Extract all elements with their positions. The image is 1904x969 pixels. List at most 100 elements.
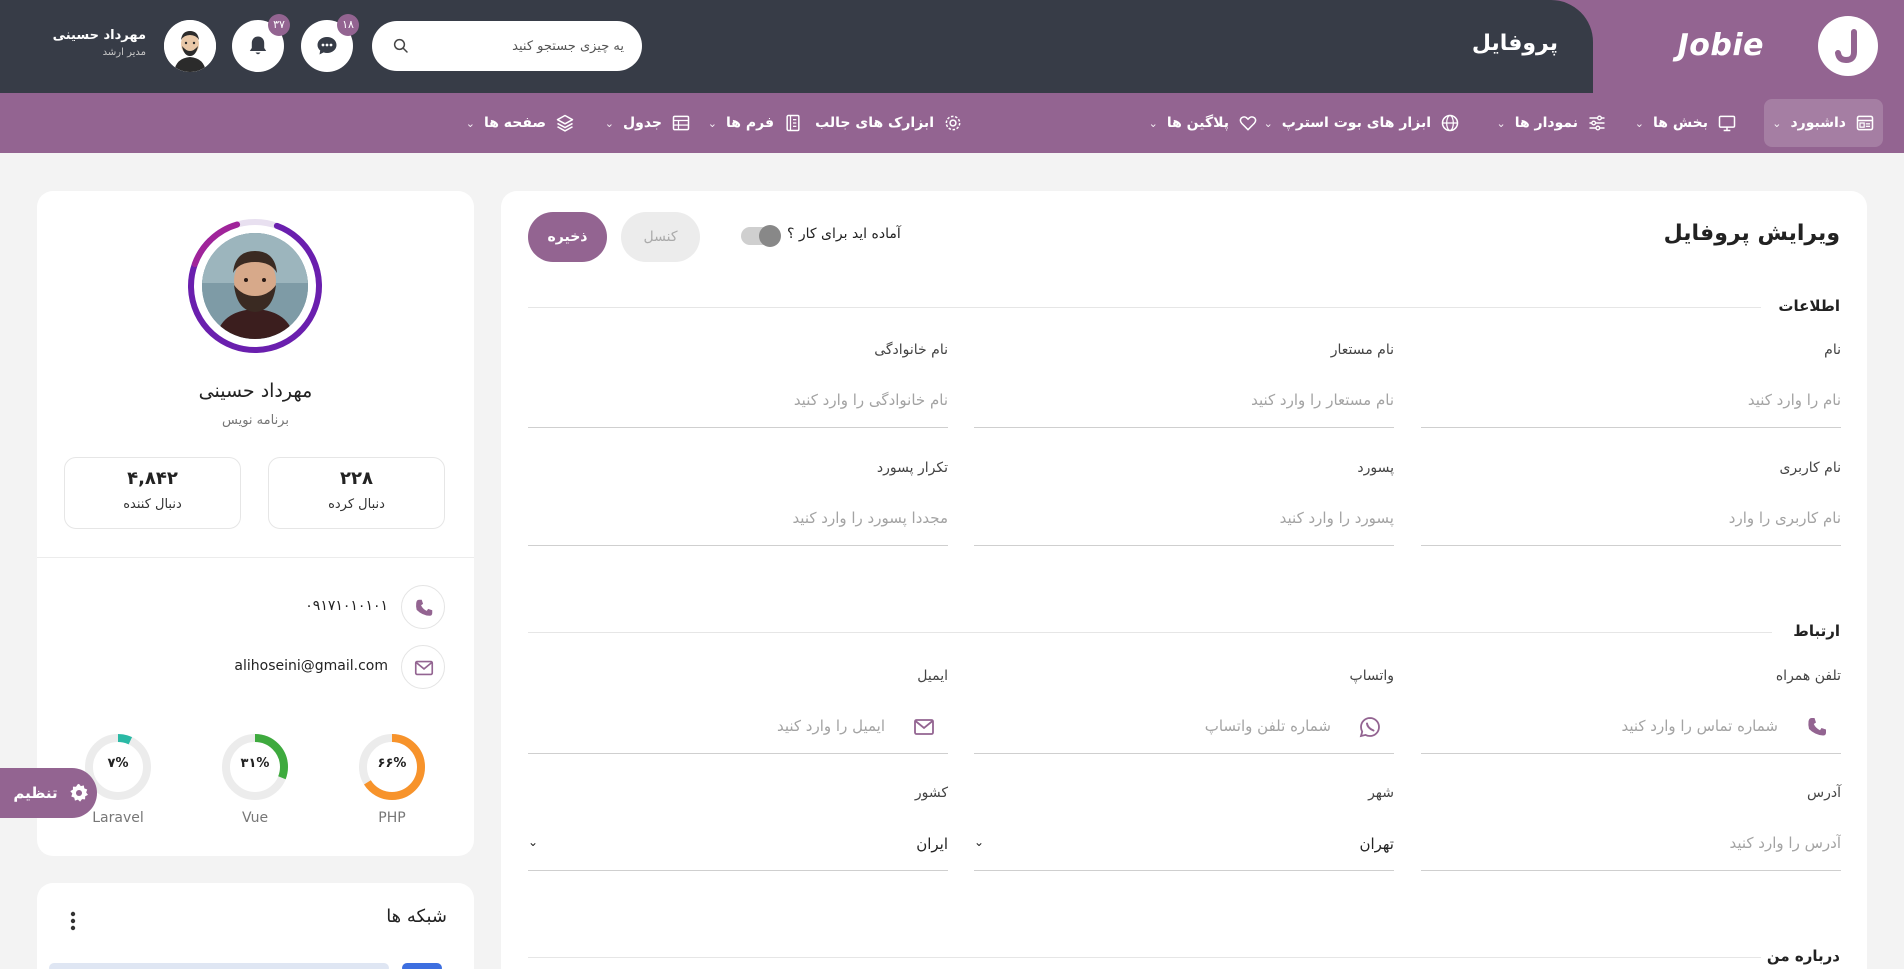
skill-php-label: PHP	[378, 810, 406, 826]
last-name-field: نام خانوادگی	[528, 342, 948, 432]
nav-item-charts[interactable]: نمودار ها ⌄	[1488, 99, 1615, 147]
nav-label-pages: صفحه ها	[483, 115, 546, 131]
followers-stat[interactable]: ۴,۸۴۲ دنبال کننده	[64, 457, 241, 529]
chevron-down-icon: ⌄	[465, 116, 475, 130]
about-section-divider	[528, 957, 1761, 958]
first-name-label: نام	[1824, 342, 1841, 358]
gear-icon	[69, 783, 88, 802]
network-card: شبکه ها	[37, 883, 474, 969]
nav-label-plugins: پلاگین ها	[1166, 115, 1229, 131]
profile-phone: ۰۹۱۷۱۰۱۰۱۰۱	[305, 598, 388, 614]
mobile-input[interactable]	[1421, 698, 1841, 754]
sliders-icon	[1589, 115, 1605, 131]
alias-label: نام مستعار	[1330, 342, 1394, 358]
chevron-down-icon: ⌄	[1496, 116, 1506, 130]
first-name-field: نام	[1421, 342, 1841, 432]
heart-icon	[1239, 116, 1257, 131]
header-user-name[interactable]: مهرداد حسینی	[40, 28, 146, 43]
notifications-button[interactable]: ۳۷	[232, 14, 290, 72]
city-field: شهر تهران ⌄	[974, 785, 1394, 875]
settings-button[interactable]: تنظیم	[0, 768, 97, 818]
form-title: ویرایش پروفایل	[1663, 221, 1840, 246]
logo-j-icon	[1835, 29, 1857, 64]
chevron-down-icon: ⌄	[604, 116, 614, 130]
nav-label-bootstrap: ابزار های بوت استرپ	[1281, 115, 1431, 131]
whatsapp-input[interactable]	[974, 698, 1394, 754]
chevron-down-icon: ⌄	[974, 835, 985, 849]
messages-badge: ۱۸	[337, 14, 359, 36]
more-vertical-icon[interactable]	[70, 911, 76, 931]
address-input[interactable]	[1421, 815, 1841, 871]
username-label: نام کاربری	[1779, 460, 1841, 476]
brand-name: Jobie	[1677, 28, 1764, 63]
phone-contact-button[interactable]	[401, 585, 445, 629]
toggle-knob	[759, 225, 781, 247]
ready-for-work-label: آماده اید برای کار ؟	[787, 226, 901, 242]
city-label: شهر	[1368, 785, 1394, 801]
network-title: شبکه ها	[386, 906, 447, 927]
followers-count: ۴,۸۴۲	[127, 468, 178, 489]
password-label: پسورد	[1357, 460, 1394, 476]
username-input[interactable]	[1421, 490, 1841, 546]
profile-photo-image	[202, 233, 308, 339]
info-section-title: اطلاعات	[1778, 297, 1840, 315]
nav-item-plugins[interactable]: پلاگین ها ⌄	[1141, 99, 1266, 147]
email-contact-button[interactable]	[401, 645, 445, 689]
profile-email: alihoseini@gmail.com	[234, 658, 388, 674]
password-input[interactable]	[974, 490, 1394, 546]
mobile-label: تلفن همراه	[1775, 668, 1841, 684]
nav-item-table[interactable]: جدول ⌄	[597, 99, 699, 147]
header-user-role: مدیر ارشد	[102, 47, 146, 58]
nav-item-pages[interactable]: صفحه ها ⌄	[458, 99, 583, 147]
password-repeat-input[interactable]	[528, 490, 948, 546]
chat-icon	[317, 37, 337, 55]
network-item-strip	[49, 963, 389, 969]
nav-label-sections: بخش ها	[1653, 115, 1708, 131]
cancel-button[interactable]: کنسل	[621, 212, 700, 262]
nav-label-forms: فرم ها	[726, 115, 774, 131]
top-header: Jobie پروفایل ۱۸ ۳۷ مهرداد حسی	[0, 0, 1904, 93]
alias-input[interactable]	[974, 372, 1394, 428]
contact-section-title: ارتباط	[1793, 622, 1840, 640]
layers-icon	[556, 114, 574, 132]
nav-label-widgets: ابزارک های جالب	[815, 115, 934, 131]
search-icon[interactable]	[392, 37, 410, 55]
user-avatar[interactable]	[164, 20, 216, 72]
chevron-down-icon: ⌄	[1148, 116, 1158, 130]
messages-button[interactable]: ۱۸	[301, 14, 359, 72]
search-box[interactable]	[372, 21, 642, 71]
monitor-icon	[1718, 115, 1736, 132]
phone-icon	[1808, 718, 1826, 736]
ready-for-work-toggle[interactable]	[741, 225, 781, 247]
nav-item-bootstrap[interactable]: ابزار های بوت استرپ ⌄	[1256, 99, 1468, 147]
search-input[interactable]	[414, 35, 624, 57]
chevron-down-icon: ⌄	[1772, 116, 1782, 130]
settings-label: تنظیم	[13, 784, 58, 802]
last-name-input[interactable]	[528, 372, 948, 428]
about-section-title: درباره من	[1766, 947, 1840, 965]
phone-icon	[416, 599, 433, 616]
chevron-down-icon: ⌄	[528, 835, 539, 849]
skill-vue-percent: ۳۱%	[240, 756, 270, 771]
brand-logo[interactable]	[1818, 16, 1878, 76]
email-input[interactable]	[528, 698, 948, 754]
following-stat[interactable]: ۲۲۸ دنبال کرده	[268, 457, 445, 529]
mobile-field: تلفن همراه	[1421, 668, 1841, 758]
nav-item-widgets[interactable]: ابزارک های جالب	[807, 99, 971, 147]
alias-field: نام مستعار	[974, 342, 1394, 432]
nav-item-forms[interactable]: فرم ها ⌄	[700, 99, 811, 147]
password-repeat-label: تکرار پسورد	[876, 460, 948, 476]
first-name-input[interactable]	[1421, 372, 1841, 428]
gear-icon	[945, 115, 961, 131]
country-select[interactable]: ایران ⌄	[528, 815, 948, 871]
whatsapp-label: واتساپ	[1349, 668, 1394, 684]
nav-item-dashboard[interactable]: داشبورد ⌄	[1764, 99, 1883, 147]
username-field: نام کاربری	[1421, 460, 1841, 550]
nav-item-sections[interactable]: بخش ها ⌄	[1627, 99, 1745, 147]
email-field: ایمیل	[528, 668, 948, 758]
save-button[interactable]: ذخیره	[528, 212, 607, 262]
city-selected-value: تهران	[1359, 835, 1394, 853]
city-select[interactable]: تهران ⌄	[974, 815, 1394, 871]
dashboard-icon	[1856, 115, 1874, 131]
address-field: آدرس	[1421, 785, 1841, 875]
